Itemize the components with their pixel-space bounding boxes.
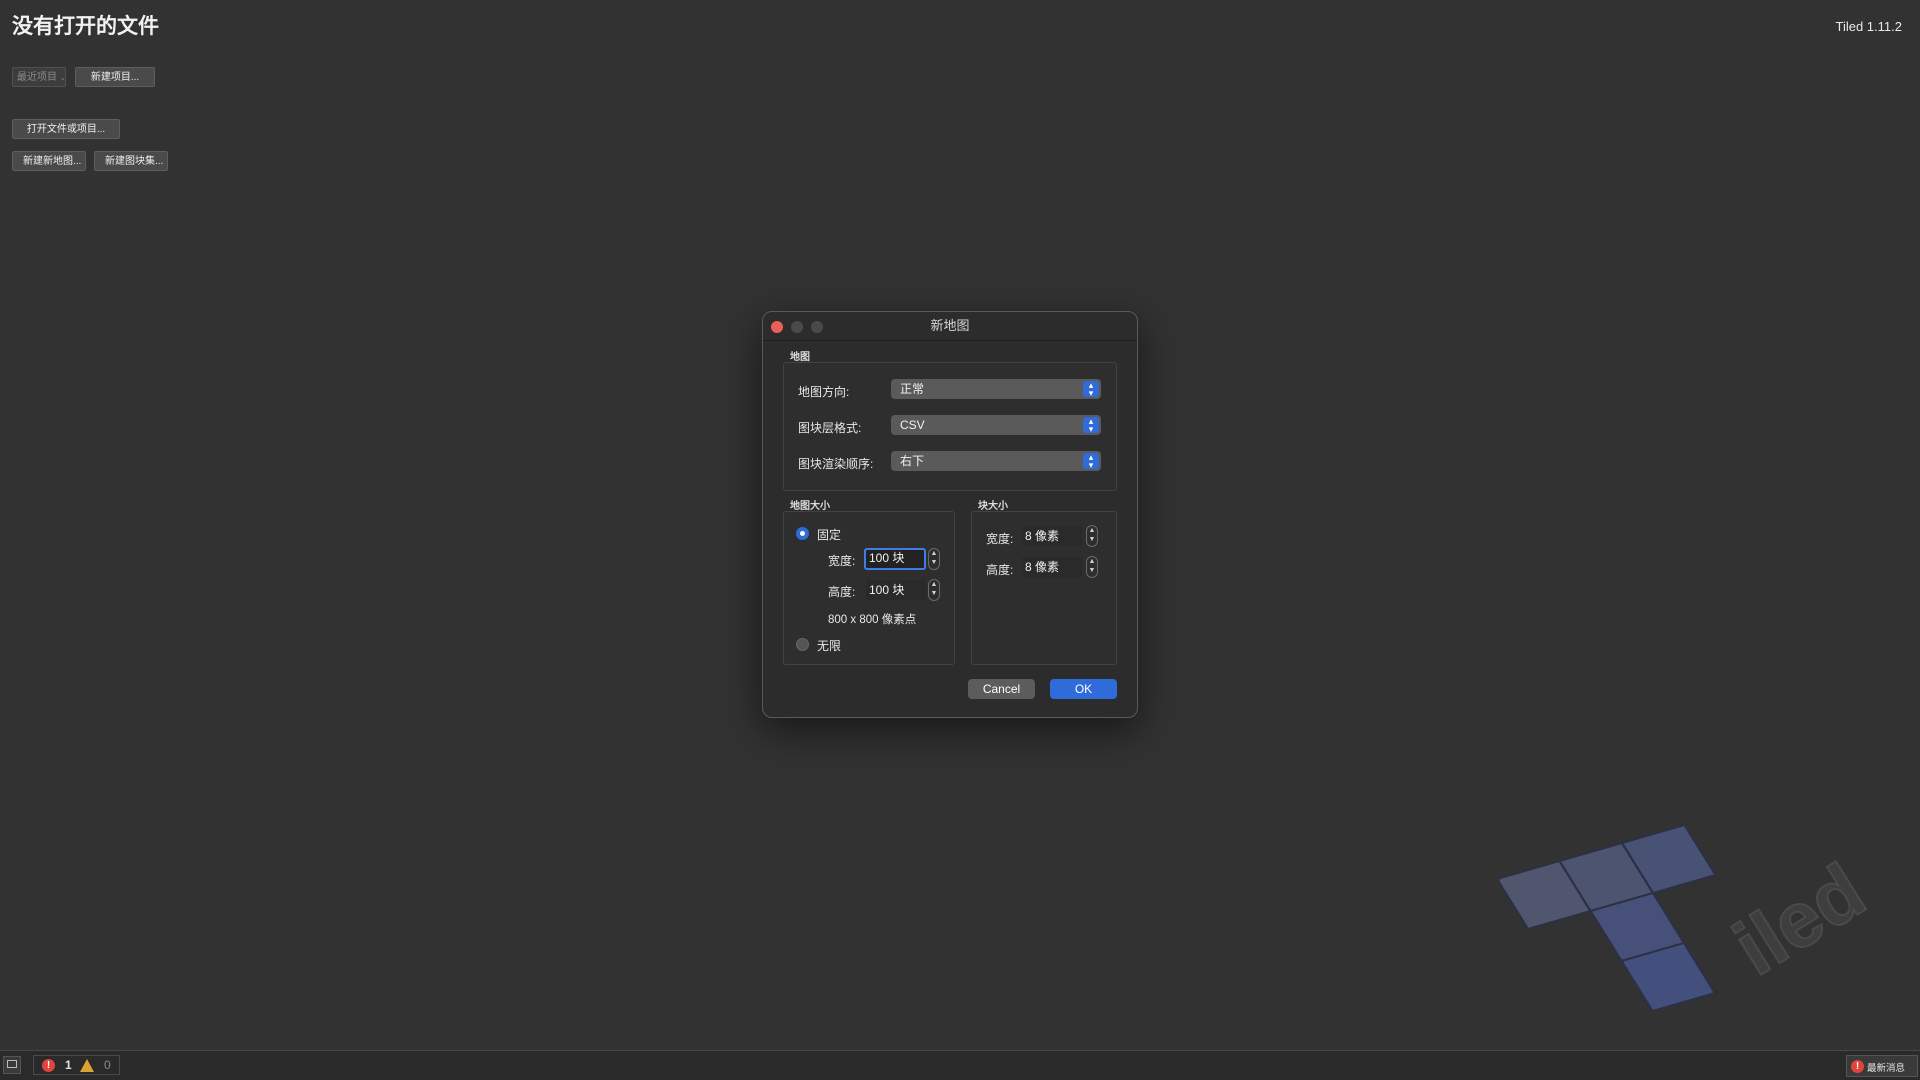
news-alert-icon: ! bbox=[1851, 1060, 1864, 1073]
news-label: 最新消息 bbox=[1867, 1063, 1906, 1074]
cancel-button[interactable]: Cancel bbox=[968, 679, 1035, 699]
dialog-titlebar: 新地图 bbox=[763, 312, 1137, 341]
map-width-label: 宽度: bbox=[828, 554, 856, 568]
layer-format-label: 图块层格式: bbox=[798, 421, 862, 435]
error-icon: ! bbox=[42, 1059, 55, 1072]
orientation-select[interactable]: 正常 ▴ ▾ bbox=[891, 379, 1101, 399]
render-order-select[interactable]: 右下 ▴ ▾ bbox=[891, 451, 1101, 471]
new-map-dialog: 新地图 地图 地图方向: 正常 ▴ ▾ 图块层格式: CSV ▴ ▾ 图块渲染顺序:… bbox=[762, 311, 1138, 718]
tile-height-stepper[interactable]: ▲ ▼ bbox=[1086, 556, 1098, 578]
news-button[interactable]: ! 最新消息 bbox=[1846, 1055, 1918, 1077]
tile-size-group: 宽度: 8 像素 ▲ ▼ 高度: 8 像素 ▲ ▼ bbox=[971, 511, 1117, 665]
map-height-input[interactable]: 100 块 bbox=[866, 580, 926, 600]
orientation-value: 正常 bbox=[900, 382, 925, 396]
warning-count: 0 bbox=[104, 1058, 111, 1072]
tile-height-input[interactable]: 8 像素 bbox=[1022, 557, 1082, 577]
render-order-label: 图块渲染顺序: bbox=[798, 457, 874, 471]
map-section-label: 地图 bbox=[790, 352, 810, 363]
layer-format-value: CSV bbox=[900, 418, 925, 432]
open-file-or-project-button[interactable]: 打开文件或项目... bbox=[12, 119, 120, 139]
map-height-stepper[interactable]: ▲ ▼ bbox=[928, 579, 940, 601]
console-icon[interactable] bbox=[3, 1056, 21, 1074]
select-arrows-icon: ▴ ▾ bbox=[1083, 453, 1099, 470]
map-size-section-label: 地图大小 bbox=[790, 501, 830, 512]
map-size-group: 固定 宽度: 100 块 ▲ ▼ 高度: 100 块 ▲ ▼ 800 x 800 像… bbox=[783, 511, 955, 665]
pixel-size-label: 800 x 800 像素点 bbox=[828, 614, 917, 626]
new-project-button[interactable]: 新建项目... bbox=[75, 67, 155, 87]
new-map-button[interactable]: 新建新地图... bbox=[12, 151, 86, 171]
map-settings-group: 地图方向: 正常 ▴ ▾ 图块层格式: CSV ▴ ▾ 图块渲染顺序: 右下 ▴ ▾ bbox=[783, 362, 1117, 491]
select-arrows-icon: ▴ ▾ bbox=[1083, 381, 1099, 398]
recent-projects-label: 最近项目 bbox=[17, 72, 57, 83]
tile-width-stepper[interactable]: ▲ ▼ bbox=[1086, 525, 1098, 547]
map-width-input[interactable]: 100 块 bbox=[864, 548, 926, 570]
tile-size-section-label: 块大小 bbox=[978, 501, 1008, 512]
select-arrows-icon: ▴ ▾ bbox=[1083, 417, 1099, 434]
warning-icon bbox=[80, 1059, 94, 1072]
page-title: 没有打开的文件 bbox=[12, 15, 159, 38]
version-label: Tiled 1.11.2 bbox=[1835, 19, 1903, 34]
tile-width-label: 宽度: bbox=[986, 532, 1014, 546]
tile-width-input[interactable]: 8 像素 bbox=[1022, 526, 1082, 546]
status-bar: ! 1 0 ! 最新消息 bbox=[0, 1050, 1920, 1080]
tiled-logo-watermark: iled bbox=[1500, 823, 1880, 1010]
tiled-logo-text: iled bbox=[1719, 846, 1880, 992]
error-count: 1 bbox=[65, 1058, 72, 1072]
tile-height-label: 高度: bbox=[986, 563, 1014, 577]
fixed-label: 固定 bbox=[817, 528, 842, 542]
chevron-down-icon: ⌄ bbox=[59, 75, 66, 82]
infinite-label: 无限 bbox=[817, 639, 842, 653]
dialog-title: 新地图 bbox=[930, 318, 970, 333]
issues-indicator[interactable]: ! 1 0 bbox=[33, 1055, 120, 1075]
infinite-radio[interactable] bbox=[796, 638, 809, 651]
ok-button[interactable]: OK bbox=[1050, 679, 1117, 699]
render-order-value: 右下 bbox=[900, 454, 925, 468]
fixed-radio[interactable] bbox=[796, 527, 809, 540]
recent-projects-button[interactable]: 最近项目 ⌄ bbox=[12, 67, 66, 87]
map-height-label: 高度: bbox=[828, 585, 856, 599]
orientation-label: 地图方向: bbox=[798, 385, 850, 399]
map-width-stepper[interactable]: ▲ ▼ bbox=[928, 548, 940, 570]
new-tileset-button[interactable]: 新建图块集... bbox=[94, 151, 168, 171]
layer-format-select[interactable]: CSV ▴ ▾ bbox=[891, 415, 1101, 435]
